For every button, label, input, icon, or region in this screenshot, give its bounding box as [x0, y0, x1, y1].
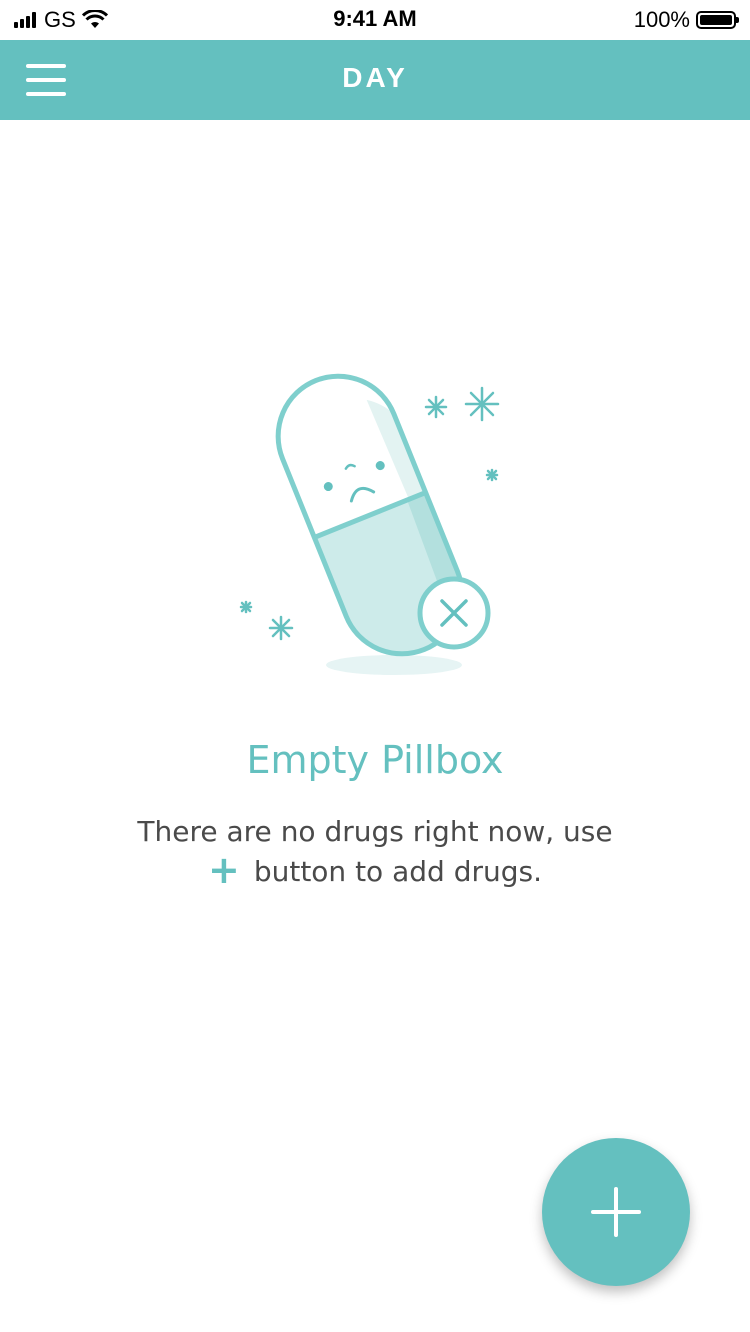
empty-state-message: There are no drugs right now, use + butto…: [100, 812, 650, 892]
inline-plus-icon: +: [207, 848, 240, 892]
empty-state-message-line2: button to add drugs.: [253, 855, 542, 888]
page-title: DAY: [342, 62, 408, 93]
empty-state-title: Empty Pillbox: [246, 738, 504, 782]
empty-state-message-line2-row: + button to add drugs.: [100, 848, 650, 892]
status-bar: GS 9:41 AM 100%: [0, 0, 750, 40]
sad-pill-icon: [239, 373, 500, 675]
status-right: 100%: [633, 7, 739, 33]
empty-state-message-line1: There are no drugs right now, use: [137, 815, 613, 848]
battery-icon: [696, 11, 739, 29]
battery-percentage: 100%: [633, 7, 690, 32]
nav-bar: DAY: [0, 40, 750, 120]
add-drug-button[interactable]: [542, 1138, 690, 1286]
